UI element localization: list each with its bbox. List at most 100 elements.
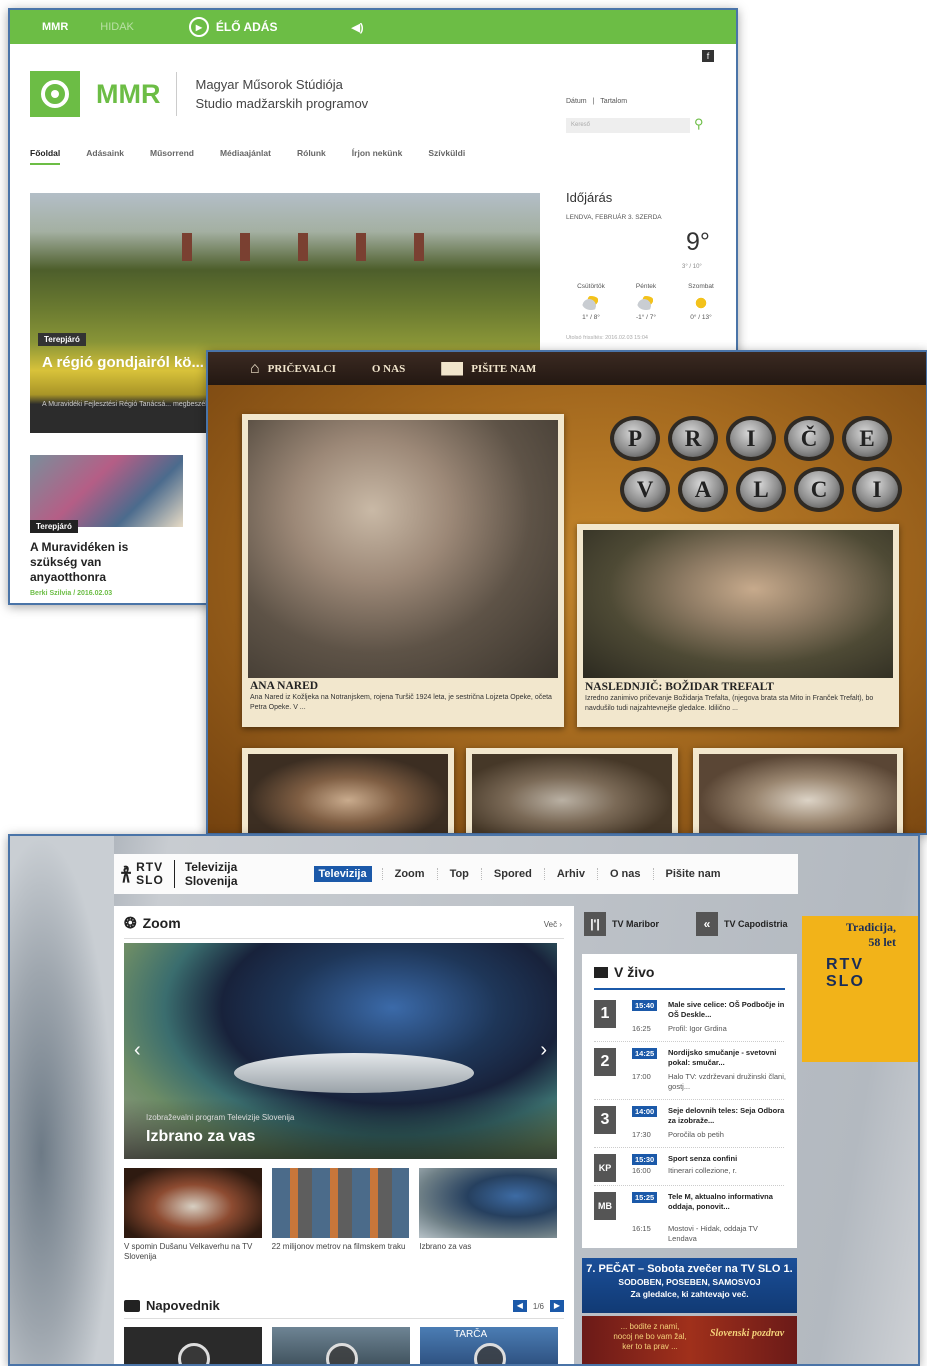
witness-thumbnail[interactable] bbox=[466, 748, 678, 833]
datum-link[interactable]: Dátum bbox=[566, 98, 587, 105]
mb-logo-icon: |'| bbox=[584, 912, 606, 936]
trailer-tile[interactable] bbox=[124, 1327, 262, 1364]
slovenski-pozdrav-banner[interactable]: ... bodite z nami, nocoj ne bo vam žal, … bbox=[582, 1316, 797, 1364]
nav-mediaajanlat[interactable]: Médiaajánlat bbox=[220, 148, 271, 165]
schedule-row[interactable]: KP 15:30 Sport senza confini 16:00 Itine… bbox=[594, 1150, 784, 1186]
trailer-tile[interactable] bbox=[272, 1327, 410, 1364]
channel-1-icon[interactable]: 1 bbox=[594, 1000, 616, 1028]
witness-photo[interactable] bbox=[583, 530, 893, 678]
next-title[interactable]: Profil: Igor Grdina bbox=[668, 1024, 786, 1034]
rtv-logo[interactable]: 𐀪 RTV SLO Televizija Slovenija bbox=[120, 860, 238, 888]
menu-pisite-nam[interactable]: Pišite nam bbox=[652, 868, 733, 880]
schedule-row[interactable]: 1 15:40 Male sive celice: OŠ Podbočje in… bbox=[594, 996, 784, 1042]
channel-link-maribor[interactable]: |'| TV Maribor bbox=[584, 908, 659, 940]
mb-channel-icon[interactable]: MB bbox=[594, 1192, 616, 1220]
pecat-banner[interactable]: 7. PEČAT – Sobota zvečer na TV SLO 1. SO… bbox=[582, 1258, 797, 1313]
witness-card[interactable]: NASLEDNJIČ: BOŽIDAR TREFALT Izredno zani… bbox=[577, 524, 899, 727]
nav-fooldal[interactable]: Főoldal bbox=[30, 148, 61, 165]
now-title[interactable]: Sport senza confini bbox=[668, 1154, 786, 1164]
witness-card[interactable]: ANA NARED Ana Nared iz Kožljeka na Notra… bbox=[242, 414, 564, 727]
now-title[interactable]: Seje delovnih teles: Seja Odbora za izob… bbox=[668, 1106, 786, 1126]
nav-pricevalci[interactable]: ⌂ PRIČEVALCI bbox=[250, 360, 336, 378]
live-broadcast-link[interactable]: ▶ ÉLŐ ADÁS bbox=[188, 17, 277, 37]
nav-szivkuldi[interactable]: Szívküldi bbox=[428, 148, 465, 165]
next-arrow-icon[interactable]: › bbox=[540, 1039, 547, 1062]
schedule-row[interactable]: 3 14:00 Seje delovnih teles: Seja Odbora… bbox=[594, 1102, 784, 1148]
video-thumbnail[interactable] bbox=[419, 1168, 558, 1238]
play-icon[interactable] bbox=[326, 1343, 358, 1364]
witness-thumbnail[interactable] bbox=[242, 748, 454, 833]
menu-spored[interactable]: Spored bbox=[480, 868, 544, 880]
video-thumbnail[interactable] bbox=[271, 1168, 410, 1238]
schedule-row[interactable]: 2 14:25 Nordijsko smučanje - svetovni po… bbox=[594, 1044, 786, 1100]
search-icon[interactable]: ⚲ bbox=[694, 116, 704, 132]
video-title[interactable]: Izbrano za vas bbox=[146, 1128, 255, 1146]
next-title[interactable]: Halo TV: vzdrževani družinski člani, gos… bbox=[668, 1072, 786, 1092]
tab-hidak[interactable]: HIDAK bbox=[100, 21, 134, 33]
play-icon[interactable] bbox=[178, 1343, 210, 1364]
trailer-label: TARČA bbox=[454, 1329, 488, 1340]
tab-mmr[interactable]: MMR bbox=[42, 21, 68, 33]
video-tile[interactable]: Izbrano za vas bbox=[419, 1168, 558, 1262]
pager-prev-icon[interactable]: ◀ bbox=[512, 1300, 527, 1312]
play-icon[interactable] bbox=[474, 1343, 506, 1364]
now-title[interactable]: Male sive celice: OŠ Podbočje in OŠ Desk… bbox=[668, 1000, 786, 1020]
trailer-tile[interactable]: TARČA bbox=[420, 1327, 558, 1364]
video-tile[interactable]: V spomin Dušanu Velkaverhu na TV Sloveni… bbox=[124, 1168, 262, 1262]
video-caption[interactable]: V spomin Dušanu Velkaverhu na TV Sloveni… bbox=[124, 1242, 262, 1262]
witness-name[interactable]: ANA NARED bbox=[250, 680, 318, 692]
witness-photo[interactable] bbox=[472, 754, 672, 833]
channel-link-capodistria[interactable]: « TV Capodistria bbox=[696, 908, 788, 940]
now-title[interactable]: Tele M, aktualno informativna oddaja, po… bbox=[668, 1192, 786, 1212]
tradicija-banner[interactable]: Tradicija, 58 let RTV SLO bbox=[802, 916, 918, 1062]
article-tag[interactable]: Terepjáró bbox=[30, 520, 78, 533]
channel-2-icon[interactable]: 2 bbox=[594, 1048, 616, 1076]
film-icon bbox=[124, 1299, 140, 1312]
now-title[interactable]: Nordijsko smučanje - svetovni pokal: smu… bbox=[668, 1048, 786, 1068]
witness-photo[interactable] bbox=[248, 754, 448, 833]
mmr-logo-mark bbox=[30, 71, 80, 117]
menu-zoom[interactable]: Zoom bbox=[381, 868, 437, 880]
nav-pisite-nam[interactable]: PIŠITE NAM bbox=[441, 361, 536, 376]
video-caption[interactable]: 22 milijonov metrov na filmskem traku bbox=[272, 1242, 410, 1252]
nav-musorrend[interactable]: Műsorrend bbox=[150, 148, 194, 165]
next-title[interactable]: Itinerari collezione, r. bbox=[668, 1166, 786, 1176]
featured-video[interactable]: ‹ › Izobraževalni program Televizije Slo… bbox=[124, 943, 557, 1159]
next-title[interactable]: Mostovi - Hidak, oddaja TV Lendava bbox=[668, 1224, 786, 1244]
witness-photo[interactable] bbox=[699, 754, 897, 833]
search-input[interactable]: Kereső bbox=[566, 118, 690, 133]
tartalom-link[interactable]: Tartalom bbox=[600, 98, 627, 105]
menu-televizija[interactable]: Televizija bbox=[313, 866, 372, 882]
witness-thumbnail[interactable] bbox=[693, 748, 903, 833]
prev-arrow-icon[interactable]: ‹ bbox=[134, 1039, 141, 1062]
typewriter-key: A bbox=[678, 467, 728, 512]
mmr-logo[interactable]: MMR Magyar Műsorok Stúdiója Studio madža… bbox=[30, 71, 368, 117]
kp-channel-icon[interactable]: KP bbox=[594, 1154, 616, 1182]
channel-3-icon[interactable]: 3 bbox=[594, 1106, 616, 1134]
menu-top[interactable]: Top bbox=[436, 868, 481, 880]
forecast-day-name: Szombat bbox=[688, 283, 714, 290]
hero-tag[interactable]: Terepjáró bbox=[38, 333, 86, 346]
witness-name[interactable]: NASLEDNJIČ: BOŽIDAR TREFALT bbox=[585, 681, 774, 693]
more-link[interactable]: Več › bbox=[544, 920, 562, 929]
nav-o-nas[interactable]: O NAS bbox=[372, 363, 405, 375]
nav-rolunk[interactable]: Rólunk bbox=[297, 148, 326, 165]
facebook-icon[interactable]: f bbox=[702, 50, 714, 62]
pager-next-icon[interactable]: ▶ bbox=[550, 1300, 564, 1312]
nav-irjon-nekunk[interactable]: Írjon nekünk bbox=[352, 148, 403, 165]
schedule-row[interactable]: MB 15:25 Tele M, aktualno informativna o… bbox=[594, 1188, 784, 1246]
menu-o-nas[interactable]: O nas bbox=[596, 868, 653, 880]
witness-photo[interactable] bbox=[248, 420, 558, 678]
nav-adasaink[interactable]: Adásaink bbox=[86, 148, 124, 165]
forecast-day-temp: -1° / 7° bbox=[635, 314, 656, 321]
pager: ◀ 1/6 ▶ bbox=[512, 1300, 564, 1312]
pager-count: 1/6 bbox=[532, 1301, 544, 1311]
article-title[interactable]: A Muravidéken is szükség van anyaotthonr… bbox=[30, 540, 170, 585]
article-thumbnail[interactable]: Terepjáró bbox=[30, 455, 183, 533]
next-title[interactable]: Poročila ob petih bbox=[668, 1130, 786, 1140]
video-thumbnail[interactable] bbox=[124, 1168, 262, 1238]
speaker-icon[interactable]: ◀) bbox=[351, 21, 363, 34]
video-caption[interactable]: Izbrano za vas bbox=[419, 1242, 557, 1252]
menu-arhiv[interactable]: Arhiv bbox=[543, 868, 597, 880]
video-tile[interactable]: 22 milijonov metrov na filmskem traku bbox=[271, 1168, 410, 1262]
